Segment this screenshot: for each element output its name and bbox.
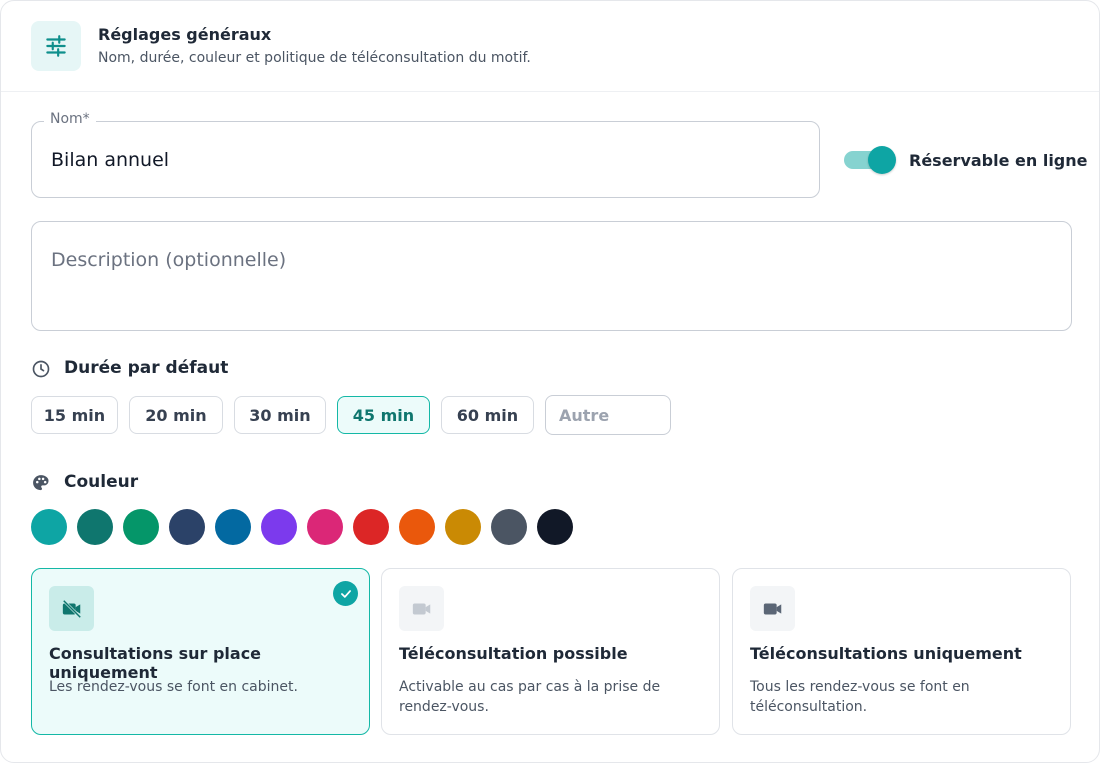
name-input[interactable]: Bilan annuel [31,121,820,198]
color-swatch-7[interactable] [307,509,343,545]
option-title: Téléconsultation possible [399,644,628,663]
color-swatch-12[interactable] [537,509,573,545]
clock-icon [31,359,51,379]
video-off-icon [49,586,94,631]
color-swatch-1[interactable] [31,509,67,545]
color-swatch-5[interactable] [215,509,251,545]
option-teleconsultation-possible[interactable]: Téléconsultation possible Activable au c… [381,568,720,735]
duration-chip-15[interactable]: 15 min [31,396,118,434]
color-swatch-6[interactable] [261,509,297,545]
duration-chip-60[interactable]: 60 min [441,396,534,434]
duration-chip-30[interactable]: 30 min [234,396,326,434]
sliders-icon [31,21,81,71]
option-teleconsultation-only[interactable]: Téléconsultations uniquement Tous les re… [732,568,1071,735]
online-booking-label: Réservable en ligne [909,151,1088,170]
color-swatch-11[interactable] [491,509,527,545]
option-title: Téléconsultations uniquement [750,644,1022,663]
option-description: Tous les rendez-vous se font en télécons… [750,679,970,715]
name-input-value: Bilan annuel [51,149,170,171]
video-icon [750,586,795,631]
color-title: Couleur [64,472,139,492]
section-title: Réglages généraux [98,25,272,44]
color-swatch-10[interactable] [445,509,481,545]
color-swatch-9[interactable] [399,509,435,545]
option-description: Activable au cas par cas à la prise de r… [399,679,661,715]
color-swatch-2[interactable] [77,509,113,545]
duration-chip-45[interactable]: 45 min [337,396,430,434]
general-settings-card: Réglages généraux Nom, durée, couleur et… [0,0,1100,763]
color-swatch-4[interactable] [169,509,205,545]
description-textarea[interactable]: Description (optionnelle) [31,221,1072,331]
check-icon [333,581,358,606]
color-swatch-3[interactable] [123,509,159,545]
card-header: Réglages généraux Nom, durée, couleur et… [1,1,1099,92]
duration-custom-input[interactable]: Autre [545,395,671,435]
name-input-label: Nom* [44,111,96,127]
online-booking-toggle[interactable] [844,146,896,174]
option-description: Les rendez-vous se font en cabinet. [49,679,298,695]
color-swatch-8[interactable] [353,509,389,545]
video-icon [399,586,444,631]
duration-title: Durée par défaut [64,358,229,378]
section-subtitle: Nom, durée, couleur et politique de télé… [98,50,531,66]
description-placeholder: Description (optionnelle) [51,249,287,271]
toggle-knob [868,146,896,174]
palette-icon [31,473,51,493]
option-onsite-only[interactable]: Consultations sur place uniquement Les r… [31,568,370,735]
duration-chip-20[interactable]: 20 min [129,396,223,434]
